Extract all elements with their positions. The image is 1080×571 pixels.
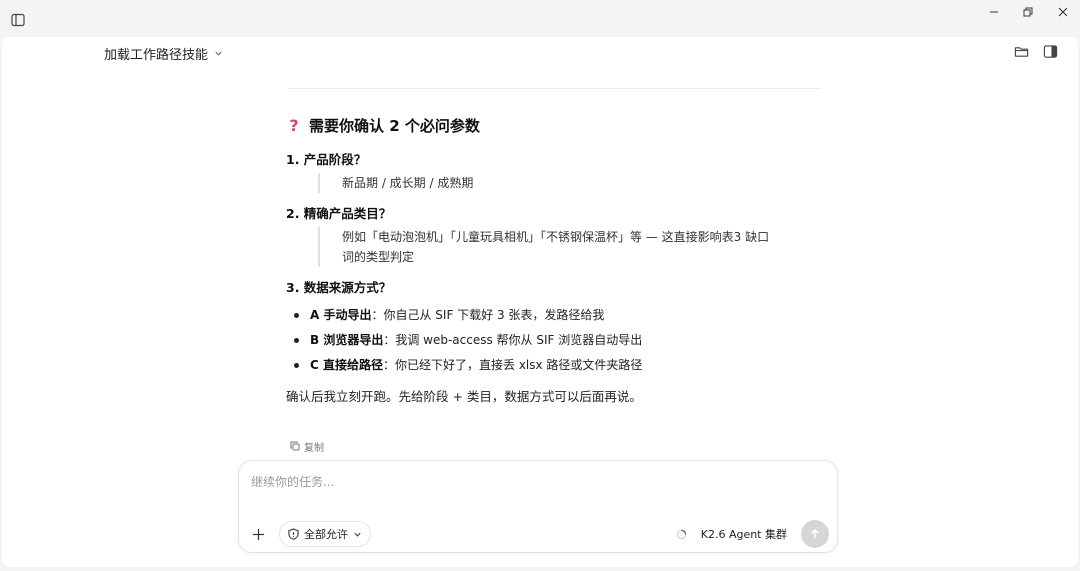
option-sep: ： bbox=[383, 358, 396, 372]
conversation-title: 加载工作路径技能 bbox=[104, 47, 209, 63]
task-input[interactable] bbox=[251, 471, 811, 493]
permission-dropdown[interactable]: 全部允许 bbox=[279, 521, 371, 547]
chevron-down-icon bbox=[215, 51, 222, 56]
copy-button[interactable]: 复制 bbox=[290, 439, 324, 454]
shield-icon bbox=[288, 528, 299, 540]
item-title-3: 3. 数据来源方式？ bbox=[286, 280, 392, 295]
split-panel-icon bbox=[1043, 45, 1058, 58]
question-mark-icon: ? bbox=[289, 115, 299, 135]
option-text: 我调 web-access 帮你从 SIF 浏览器自动导出 bbox=[395, 333, 643, 347]
folder-button[interactable] bbox=[1014, 44, 1030, 60]
final-note: 确认后我立刻开跑。先给阶段 + 类目，数据方式可以后面再说。 bbox=[286, 389, 642, 404]
close-icon bbox=[1058, 7, 1068, 17]
item-detail-text: 新品期 / 成长期 / 成熟期 bbox=[342, 176, 474, 190]
minimize-button[interactable] bbox=[986, 4, 1002, 20]
message-divider bbox=[288, 88, 822, 89]
agent-label: K2.6 Agent 集群 bbox=[700, 528, 787, 541]
option-label: A 手动导出 bbox=[310, 308, 372, 322]
agent-selector[interactable]: K2.6 Agent 集群 bbox=[676, 523, 787, 545]
arrow-up-icon bbox=[810, 528, 820, 538]
item-detail-2: 例如「电动泡泡机」「儿童玩具相机」「不锈钢保温杯」等 — 这直接影响表3 缺口 … bbox=[318, 227, 826, 267]
spinner-icon bbox=[676, 529, 686, 539]
folder-icon bbox=[1014, 47, 1029, 57]
list-item: A 手动导出：你自己从 SIF 下载好 3 张表，发路径给我 bbox=[286, 303, 826, 328]
close-window-button[interactable] bbox=[1055, 4, 1071, 20]
heading-text: 需要你确认 2 个必问参数 bbox=[309, 116, 480, 135]
sidebar-toggle-icon bbox=[11, 13, 25, 27]
chevron-down-icon bbox=[354, 532, 361, 537]
send-button[interactable] bbox=[801, 520, 829, 548]
item-detail-1: 新品期 / 成长期 / 成熟期 bbox=[318, 173, 826, 193]
option-label: C 直接给路径 bbox=[310, 358, 383, 372]
copy-icon bbox=[290, 441, 300, 451]
sidebar-toggle-button[interactable] bbox=[10, 12, 26, 28]
composer: 全部允许 K2.6 Agent 集群 bbox=[238, 460, 838, 553]
restore-icon bbox=[1023, 7, 1033, 17]
message-heading: ? 需要你确认 2 个必问参数 bbox=[286, 114, 826, 136]
source-options-list: A 手动导出：你自己从 SIF 下载好 3 张表，发路径给我 B 浏览器导出：我… bbox=[286, 303, 826, 378]
item-detail-line: 词的类型判定 bbox=[342, 250, 415, 264]
conversation-title-dropdown[interactable]: 加载工作路径技能 bbox=[104, 44, 223, 63]
option-text: 你自己从 SIF 下载好 3 张表，发路径给我 bbox=[383, 308, 605, 322]
option-label: B 浏览器导出 bbox=[310, 333, 384, 347]
option-sep: ： bbox=[383, 333, 396, 347]
option-text: 你已经下好了，直接丢 xlsx 路径或文件夹路径 bbox=[395, 358, 643, 372]
split-panel-button[interactable] bbox=[1043, 44, 1059, 60]
title-bar bbox=[0, 0, 1080, 36]
assistant-message: ? 需要你确认 2 个必问参数 1. 产品阶段？ 新品期 / 成长期 / 成熟期… bbox=[286, 114, 826, 405]
restore-button[interactable] bbox=[1020, 4, 1036, 20]
list-item: C 直接给路径：你已经下好了，直接丢 xlsx 路径或文件夹路径 bbox=[286, 353, 826, 378]
option-sep: ： bbox=[371, 308, 384, 322]
permission-label: 全部允许 bbox=[304, 528, 348, 541]
copy-label: 复制 bbox=[304, 442, 324, 454]
item-title-2: 2. 精确产品类目？ bbox=[286, 206, 392, 221]
minimize-icon bbox=[990, 11, 998, 13]
item-detail-line: 例如「电动泡泡机」「儿童玩具相机」「不锈钢保温杯」等 — 这直接影响表3 缺口 bbox=[342, 230, 770, 244]
item-title-1: 1. 产品阶段？ bbox=[286, 152, 367, 167]
plus-icon bbox=[252, 528, 264, 540]
add-attachment-button[interactable] bbox=[247, 523, 269, 545]
list-item: B 浏览器导出：我调 web-access 帮你从 SIF 浏览器自动导出 bbox=[286, 328, 826, 353]
